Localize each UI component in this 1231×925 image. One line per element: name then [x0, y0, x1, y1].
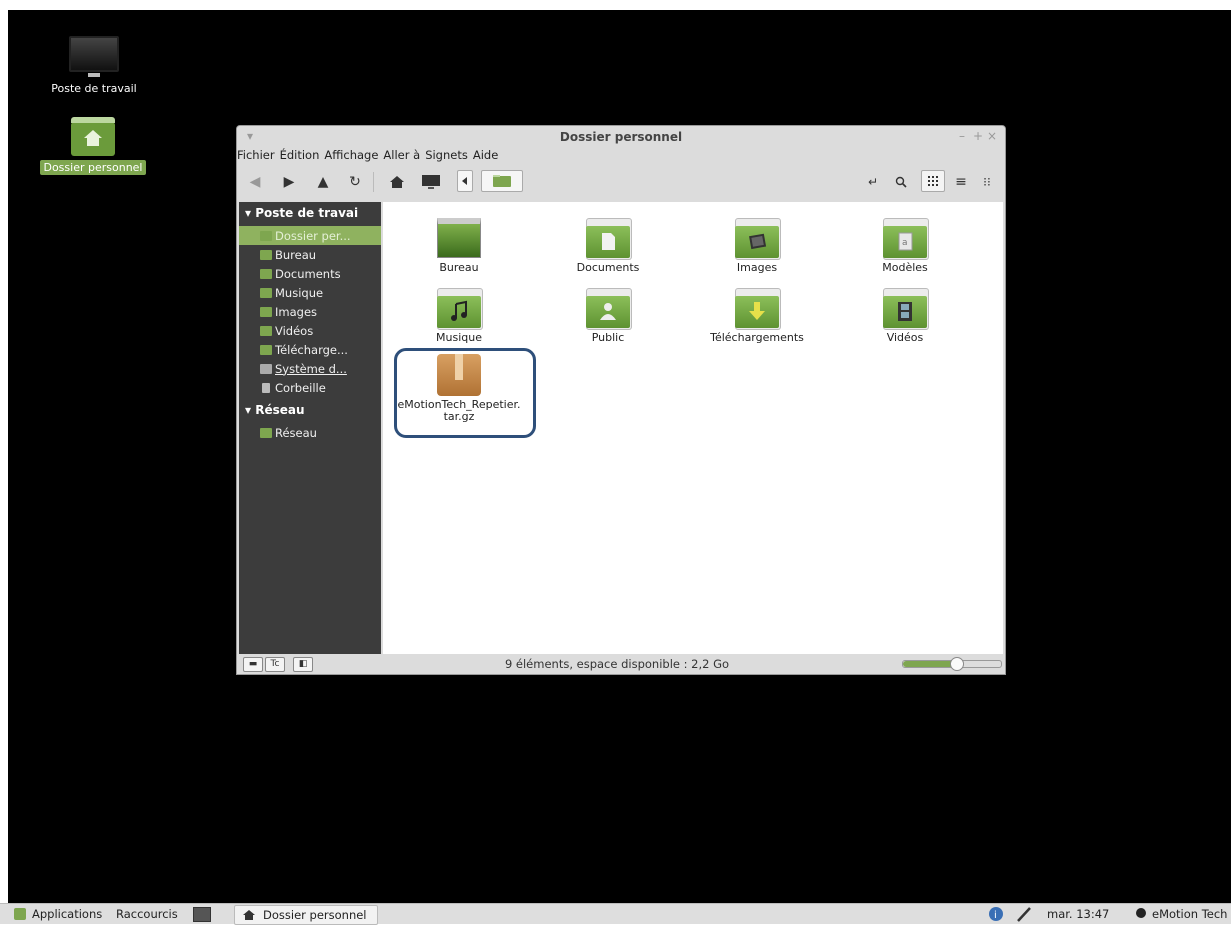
sidebar-item-home[interactable]: Dossier per...: [239, 226, 381, 245]
reload-icon[interactable]: ↻: [345, 172, 365, 192]
svg-text:a: a: [902, 238, 908, 248]
update-icon[interactable]: i: [988, 906, 1004, 925]
public-folder-icon: [586, 288, 632, 330]
breadcrumb-left-icon[interactable]: [457, 170, 473, 192]
computer-icon: [69, 36, 119, 72]
sidebar-item-documents[interactable]: Documents: [239, 264, 381, 283]
selection-highlight: [394, 348, 536, 438]
documents-folder-icon: [586, 218, 632, 260]
trash-icon: [262, 382, 270, 393]
zoom-slider-knob[interactable]: [950, 657, 964, 671]
titlebar[interactable]: ▾ Dossier personnel – + ×: [237, 126, 1005, 148]
menu-aide[interactable]: Aide: [471, 148, 501, 164]
up-icon[interactable]: ▲: [313, 172, 333, 192]
user-menu[interactable]: eMotion Tech: [1152, 907, 1227, 921]
pictures-folder-icon: [260, 306, 272, 317]
music-folder-icon: [437, 288, 483, 330]
documents-folder-icon: [260, 268, 272, 279]
show-places-icon[interactable]: ▬: [243, 657, 263, 672]
file-item-videos[interactable]: Vidéos: [845, 288, 965, 344]
videos-folder-icon: [883, 288, 929, 330]
file-item-modeles[interactable]: a Modèles: [845, 218, 965, 274]
shortcuts-menu[interactable]: Raccourcis: [116, 907, 178, 921]
menu-aller-a[interactable]: Aller à: [381, 148, 423, 164]
home-folder-icon: [71, 117, 115, 156]
sidebar-item-reseau[interactable]: Réseau: [239, 423, 381, 442]
status-text: 9 éléments, espace disponible : 2,2 Go: [504, 657, 730, 671]
toggle-location-icon[interactable]: ↵: [863, 172, 883, 192]
search-icon[interactable]: [891, 172, 911, 192]
icon-view-icon[interactable]: [921, 170, 945, 192]
menu-edition[interactable]: Édition: [278, 148, 323, 164]
hide-sidebar-icon[interactable]: ◧: [293, 657, 313, 672]
file-manager-window: ▾ Dossier personnel – + × Fichier Éditio…: [236, 125, 1006, 675]
home-icon[interactable]: [387, 172, 407, 192]
menu-fichier[interactable]: Fichier: [237, 148, 278, 164]
list-view-icon[interactable]: ≡: [951, 172, 971, 192]
sidebar-item-musique[interactable]: Musique: [239, 283, 381, 302]
clock[interactable]: mar. 13:47: [1047, 907, 1109, 921]
taskbar-window-button[interactable]: Dossier personnel: [234, 905, 378, 925]
menubar: Fichier Édition Affichage Aller à Signet…: [237, 148, 1005, 164]
compact-view-icon[interactable]: ⁝⁝: [977, 172, 997, 192]
sidebar-section-computer[interactable]: ▾ Poste de travai: [239, 202, 381, 226]
back-icon[interactable]: ◀: [245, 172, 265, 192]
maximize-button[interactable]: +: [973, 129, 983, 143]
network-icon: [260, 427, 272, 438]
svg-text:i: i: [994, 910, 997, 921]
pictures-folder-icon: [735, 218, 781, 260]
file-item-public[interactable]: Public: [548, 288, 668, 344]
desktop-icon-home[interactable]: Dossier personnel: [30, 117, 156, 175]
sidebar-section-network[interactable]: ▾ Réseau: [239, 399, 381, 423]
desktop-folder-icon: [260, 249, 272, 260]
sidebar-item-corbeille[interactable]: Corbeille: [239, 378, 381, 397]
sidebar-item-bureau[interactable]: Bureau: [239, 245, 381, 264]
minimize-button[interactable]: –: [959, 129, 965, 143]
network-status-icon[interactable]: [1016, 906, 1032, 925]
toolbar: ◀ ▶ ▲ ↻ ↵ ≡ ⁝⁝: [237, 164, 1005, 200]
show-desktop-icon[interactable]: [193, 907, 211, 922]
templates-folder-icon: a: [883, 218, 929, 260]
show-tree-button[interactable]: Tc: [265, 657, 285, 672]
sidebar: ▾ Poste de travai Dossier per... Bureau …: [239, 202, 381, 654]
window-title: Dossier personnel: [559, 130, 683, 144]
taskbar: Applications Raccourcis Dossier personne…: [0, 903, 1231, 925]
user-icon: [1136, 908, 1146, 918]
home-icon: [243, 909, 255, 920]
statusbar: ▬ Tc ◧ 9 éléments, espace disponible : 2…: [237, 654, 1005, 674]
file-item-documents[interactable]: Documents: [548, 218, 668, 274]
downloads-folder-icon: [735, 288, 781, 330]
music-folder-icon: [260, 287, 272, 298]
desktop-icon-label: Dossier personnel: [40, 160, 146, 175]
breadcrumb-home-icon[interactable]: [481, 170, 523, 192]
file-item-images[interactable]: Images: [697, 218, 817, 274]
close-button[interactable]: ×: [987, 129, 997, 143]
file-item-telechargements[interactable]: Téléchargements: [697, 288, 817, 344]
downloads-folder-icon: [260, 344, 272, 355]
sidebar-item-telechargements[interactable]: Télécharge...: [239, 340, 381, 359]
desktop-icon-label: Poste de travail: [51, 82, 137, 95]
sidebar-item-videos[interactable]: Vidéos: [239, 321, 381, 340]
zoom-slider[interactable]: [902, 657, 1002, 671]
desktop-folder-icon: [437, 218, 481, 258]
home-folder-icon: [260, 230, 272, 241]
sidebar-item-systeme[interactable]: Système d...: [239, 359, 381, 378]
sidebar-item-images[interactable]: Images: [239, 302, 381, 321]
computer-icon[interactable]: [421, 172, 441, 192]
applications-menu[interactable]: Applications: [32, 907, 102, 921]
disk-icon: [260, 363, 272, 374]
file-item-bureau[interactable]: Bureau: [399, 218, 519, 274]
desktop-icon-computer[interactable]: Poste de travail: [34, 36, 154, 96]
file-item-musique[interactable]: Musique: [399, 288, 519, 344]
forward-icon[interactable]: ▶: [279, 172, 299, 192]
menu-signets[interactable]: Signets: [423, 148, 471, 164]
menu-affichage[interactable]: Affichage: [322, 148, 381, 164]
menu-icon: [14, 908, 26, 920]
videos-folder-icon: [260, 325, 272, 336]
